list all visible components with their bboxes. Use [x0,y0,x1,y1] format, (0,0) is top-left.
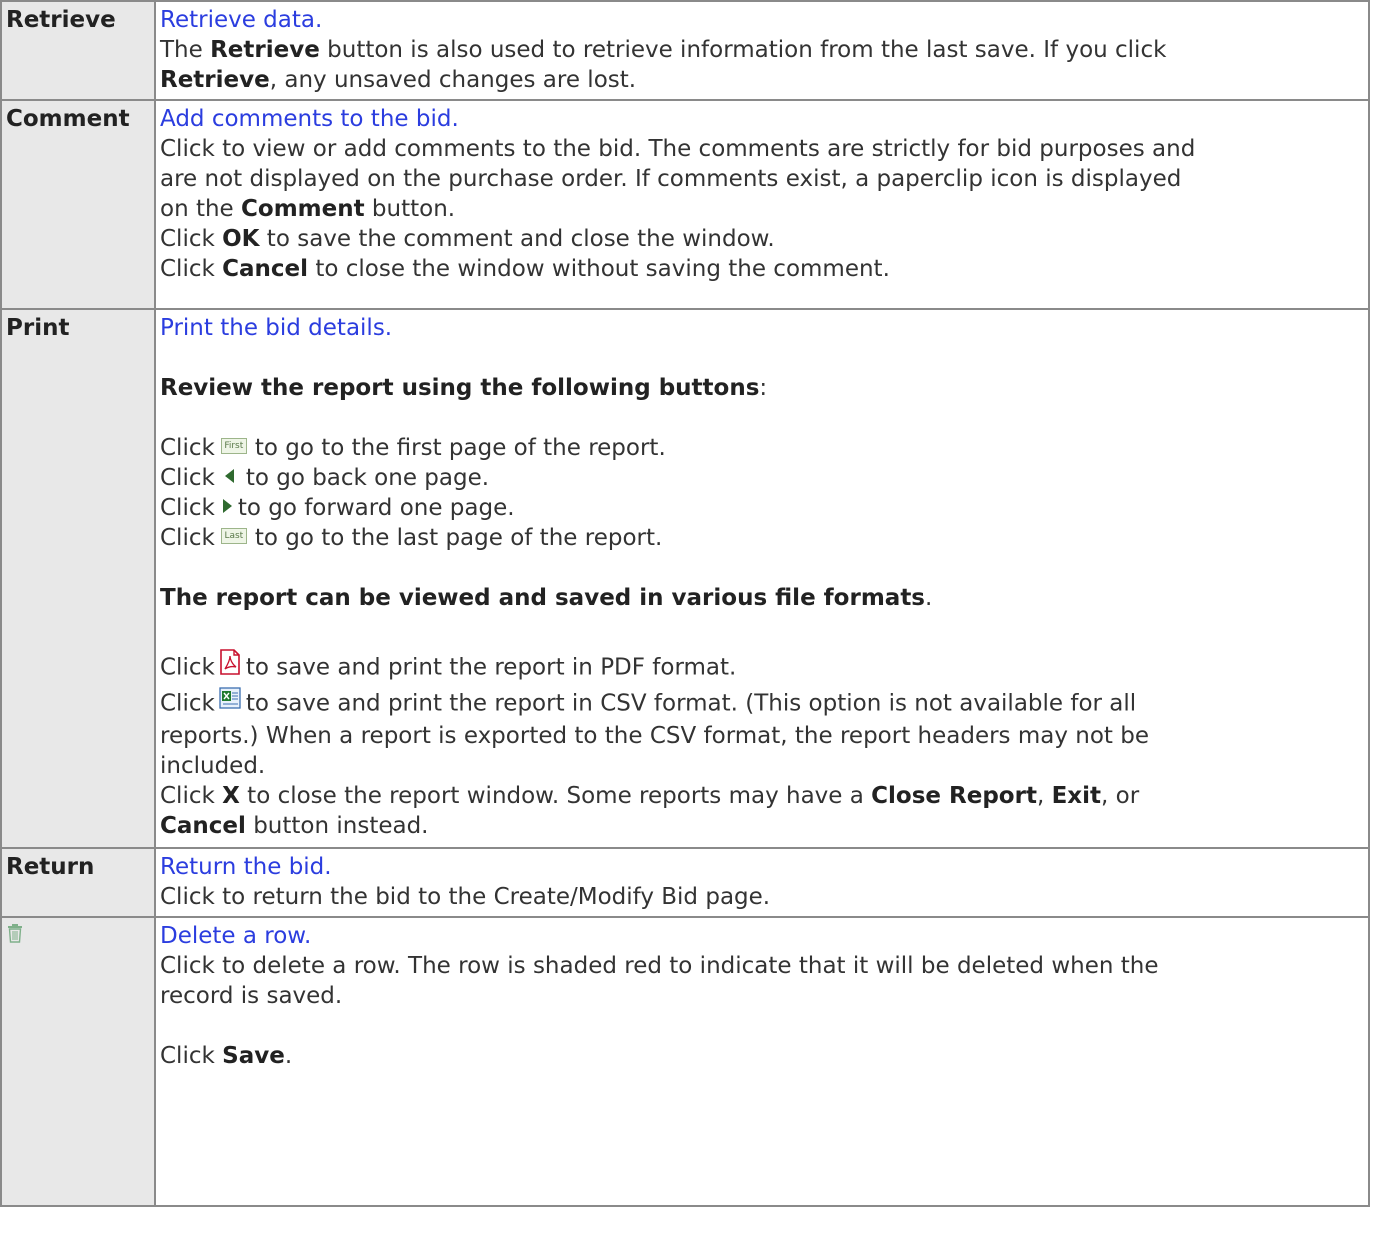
table-row-return: Return Return the bid. Click to return t… [0,847,1370,918]
key-retrieve: Retrieve [0,0,156,101]
button-reference-table: Retrieve Retrieve data. The Retrieve but… [0,0,1370,1207]
review-header: Review the report using the following bu… [160,375,768,401]
delete-line-2: record is saved. [160,983,343,1009]
desc-return: Return the bid. Click to return the bid … [154,847,1370,918]
link-retrieve-data[interactable]: Retrieve data. [160,7,322,33]
next-page-icon [222,498,232,513]
desc-retrieve: Retrieve data. The Retrieve button is al… [154,0,1370,101]
desc-print: Print the bid details. Review the report… [154,308,1370,849]
close-line-1: Click X to close the report window. Some… [160,783,1140,809]
desc-comment: Add comments to the bid. Click to view o… [154,99,1370,310]
pdf-icon [219,649,241,683]
retrieve-line-1: The Retrieve button is also used to retr… [160,37,1167,63]
key-comment: Comment [0,99,156,310]
retrieve-line-2: Retrieve, any unsaved changes are lost. [160,67,637,93]
comment-line-2: are not displayed on the purchase order.… [160,166,1182,192]
first-page-button: First [220,437,247,454]
link-add-comments[interactable]: Add comments to the bid. [160,106,459,132]
csv-line-1: Click to save and print the report in CSV… [160,687,1365,721]
csv-line-3: included. [160,753,266,779]
key-delete [0,916,156,1207]
csv-excel-icon [219,687,241,717]
save-line: Click Save. [160,1043,293,1069]
formats-header: The report can be viewed and saved in va… [160,585,933,611]
table-row-comment: Comment Add comments to the bid. Click t… [0,99,1370,310]
comment-line-5: Click Cancel to close the window without… [160,256,890,282]
nav-back-line: Click to go back one page. [160,465,490,491]
delete-line-1: Click to delete a row. The row is shaded… [160,953,1159,979]
table-row-delete: Delete a row. Click to delete a row. The… [0,916,1370,1207]
previous-page-icon [224,468,234,483]
nav-first-line: Click First to go to the first page of the… [160,435,666,461]
comment-line-1: Click to view or add comments to the bid… [160,136,1196,162]
close-line-2: Cancel button instead. [160,813,429,839]
desc-delete: Delete a row. Click to delete a row. The… [154,916,1370,1207]
comment-line-3: on the Comment button. [160,196,456,222]
nav-forward-line: Click to go forward one page. [160,495,515,521]
csv-line-2: reports.) When a report is exported to t… [160,723,1149,749]
trash-icon [6,923,24,949]
key-return: Return [0,847,156,918]
return-line-1: Click to return the bid to the Create/Mo… [160,884,771,910]
table-row-retrieve: Retrieve Retrieve data. The Retrieve but… [0,0,1370,101]
key-print: Print [0,308,156,849]
link-print-bid-details[interactable]: Print the bid details. [160,315,392,341]
link-delete-row[interactable]: Delete a row. [160,923,311,949]
last-page-button: Last [220,527,247,544]
nav-last-line: Click Last to go to the last page of the r… [160,525,663,551]
pdf-line: Click to save and print the report in PDF… [160,649,1365,687]
comment-line-4: Click OK to save the comment and close t… [160,226,775,252]
table-row-print: Print Print the bid details. Review the … [0,308,1370,849]
link-return-bid[interactable]: Return the bid. [160,854,332,880]
